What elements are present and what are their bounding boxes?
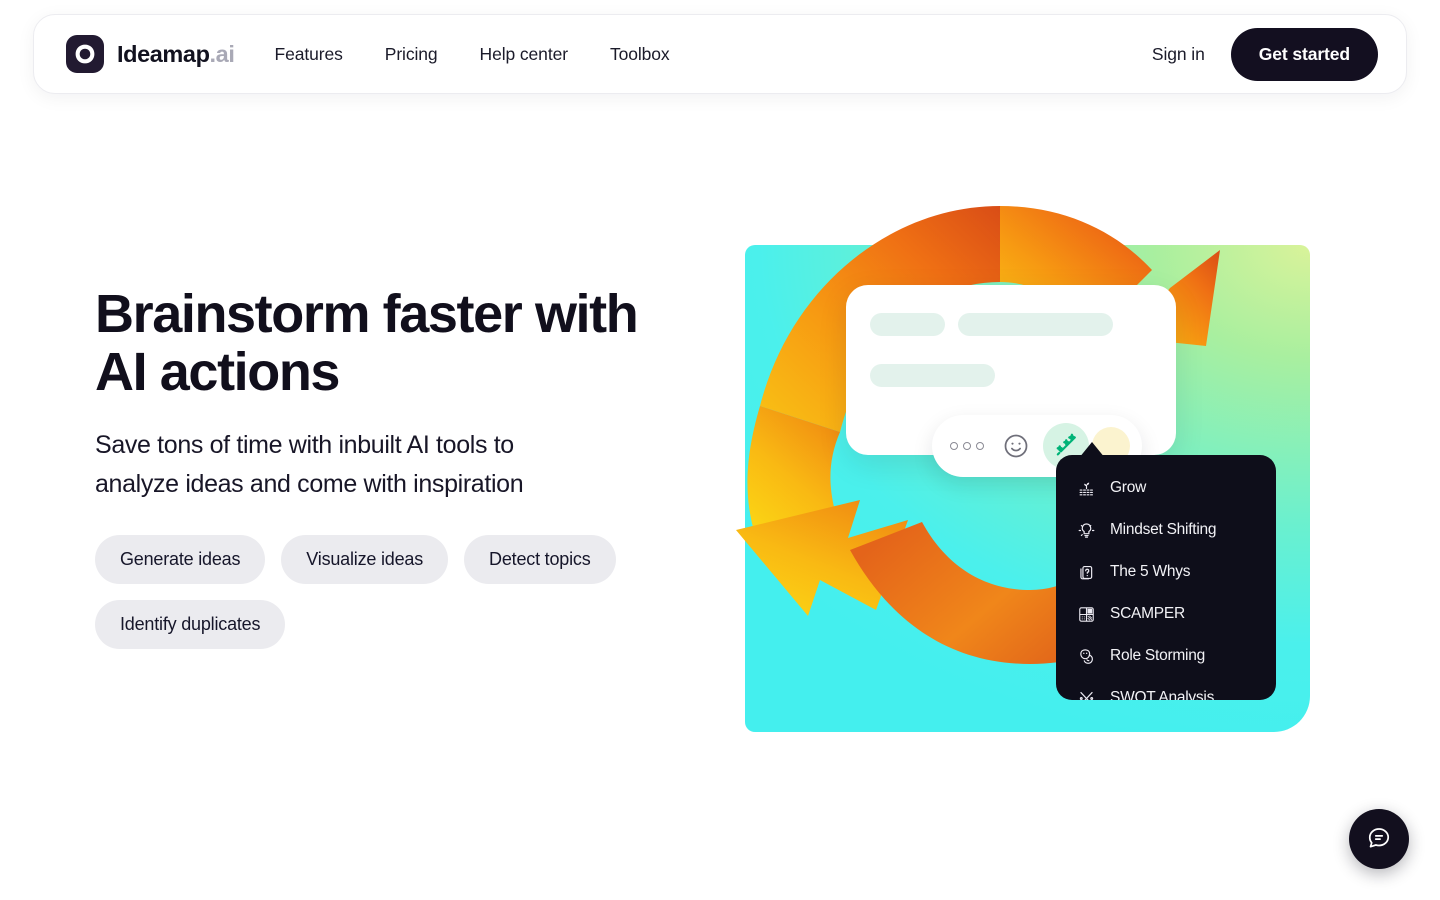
nav-link-pricing[interactable]: Pricing: [385, 44, 438, 65]
page-title: Brainstorm faster with AI actions: [95, 284, 639, 402]
nav-link-toolbox[interactable]: Toolbox: [610, 44, 670, 65]
primary-nav: Features Pricing Help center Toolbox: [274, 44, 669, 65]
brand-name-tld: .ai: [209, 40, 235, 67]
skeleton-line: [870, 364, 995, 387]
header-actions: Sign in Get started: [1152, 27, 1378, 81]
brand-name: Ideamap.ai: [117, 40, 235, 68]
nav-link-help-center[interactable]: Help center: [480, 44, 569, 65]
get-started-button[interactable]: Get started: [1230, 27, 1378, 81]
menu-item-the-5-whys[interactable]: The 5 Whys: [1056, 551, 1276, 593]
menu-item-label: Mindset Shifting: [1110, 521, 1217, 538]
chat-widget-button[interactable]: [1349, 809, 1409, 869]
chat-bubble-icon: [1366, 825, 1392, 854]
hero-copy: Brainstorm faster with AI actions Save t…: [95, 285, 655, 649]
ideamap-ring-logo-icon: [66, 35, 104, 73]
menu-item-label: SWOT Analysis: [1110, 689, 1215, 700]
menu-item-label: Role Storming: [1110, 647, 1205, 664]
menu-item-role-storming[interactable]: Role Storming: [1056, 635, 1276, 677]
menu-item-label: SCAMPER: [1110, 605, 1185, 622]
menu-item-mindset-shifting[interactable]: Mindset Shifting: [1056, 509, 1276, 551]
menu-item-label: Grow: [1110, 479, 1147, 496]
landing-page: Ideamap.ai Features Pricing Help center …: [0, 0, 1440, 900]
menu-item-scamper[interactable]: SCAMPER: [1056, 593, 1276, 635]
pill-identify-duplicates[interactable]: Identify duplicates: [95, 600, 286, 649]
lightbulb-idea-icon: [1077, 521, 1096, 540]
nav-link-features[interactable]: Features: [274, 44, 342, 65]
question-cards-icon: [1077, 563, 1096, 582]
pill-detect-topics[interactable]: Detect topics: [464, 535, 616, 584]
menu-item-label: The 5 Whys: [1110, 563, 1191, 580]
theater-masks-icon: [1077, 647, 1096, 666]
more-options-icon[interactable]: [944, 423, 990, 469]
site-header: Ideamap.ai Features Pricing Help center …: [33, 14, 1407, 94]
hero-subtitle: Save tons of time with inbuilt AI tools …: [95, 431, 524, 498]
skeleton-line: [870, 313, 945, 336]
hero-illustration: Grow Mindset Shifting The 5 Whys SCAMPER…: [700, 170, 1340, 750]
sign-in-link[interactable]: Sign in: [1152, 44, 1205, 65]
menu-item-grow[interactable]: Grow: [1056, 467, 1276, 509]
pill-generate-ideas[interactable]: Generate ideas: [95, 535, 266, 584]
pill-visualize-ideas[interactable]: Visualize ideas: [281, 535, 449, 584]
emoji-smiley-icon[interactable]: [993, 423, 1039, 469]
brand-logo[interactable]: Ideamap.ai: [66, 35, 235, 73]
skeleton-line: [958, 313, 1113, 336]
grid-blocks-icon: [1077, 605, 1096, 624]
hero-feature-pills: Generate ideas Visualize ideas Detect to…: [95, 535, 640, 649]
sprout-grow-icon: [1077, 479, 1096, 498]
menu-item-swot-analysis[interactable]: SWOT Analysis: [1056, 677, 1276, 700]
swot-scissors-icon: [1077, 689, 1096, 700]
brand-name-main: Ideamap: [117, 40, 210, 67]
ai-actions-menu: Grow Mindset Shifting The 5 Whys SCAMPER…: [1056, 455, 1276, 700]
